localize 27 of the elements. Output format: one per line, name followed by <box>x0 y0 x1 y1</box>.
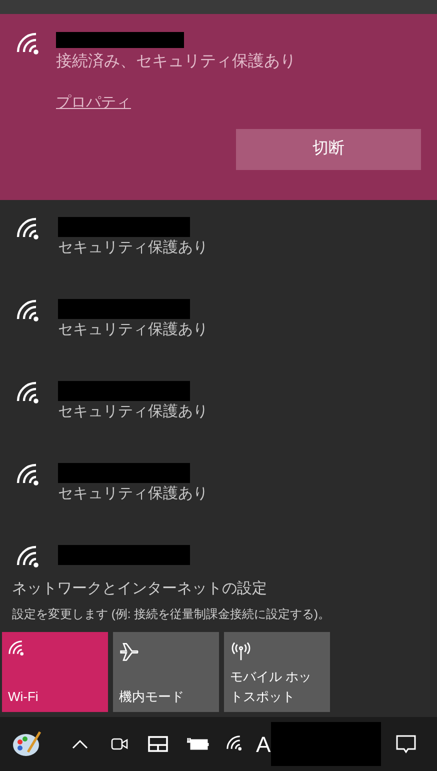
input-indicator[interactable]: A <box>256 728 271 760</box>
settings-link[interactable]: ネットワークとインターネットの設定 <box>12 578 267 600</box>
quick-action-tile[interactable]: 機内モード <box>113 632 219 712</box>
battery-icon[interactable] <box>186 736 210 752</box>
connected-network-panel[interactable]: 接続済み、セキュリティ保護あり プロパティ 切断 <box>0 14 437 200</box>
network-item[interactable]: セキュリティ保護あり <box>0 381 437 463</box>
network-item[interactable]: セキュリティ保護あり <box>0 463 437 545</box>
chevron-up-icon[interactable] <box>72 739 88 749</box>
palette-icon[interactable] <box>12 730 42 758</box>
notification-icon[interactable] <box>394 733 417 755</box>
security-status: セキュリティ保護あり <box>58 484 208 504</box>
antenna-icon <box>230 640 252 662</box>
touchpad-icon[interactable] <box>148 736 168 752</box>
security-status: セキュリティ保護あり <box>58 402 208 422</box>
network-item[interactable]: セキュリティ保護あり <box>0 217 437 299</box>
settings-description: 設定を変更します (例: 接続を従量制課金接続に設定する)。 <box>12 606 331 622</box>
wifi-icon <box>8 640 26 658</box>
airplane-icon <box>119 640 141 662</box>
security-status: セキュリティ保護あり <box>58 238 208 258</box>
properties-link[interactable]: プロパティ <box>56 92 131 114</box>
wifi-icon <box>226 735 244 753</box>
network-item[interactable]: セキュリティ保護あり <box>0 299 437 381</box>
quick-action-tile[interactable]: Wi-Fi <box>2 632 108 712</box>
disconnect-button[interactable]: 切断 <box>236 128 421 170</box>
quick-action-tile[interactable]: モバイル ホットスポット <box>224 632 330 712</box>
security-status: セキュリティ保護あり <box>58 320 208 340</box>
connection-status: 接続済み、セキュリティ保護あり <box>56 52 296 72</box>
